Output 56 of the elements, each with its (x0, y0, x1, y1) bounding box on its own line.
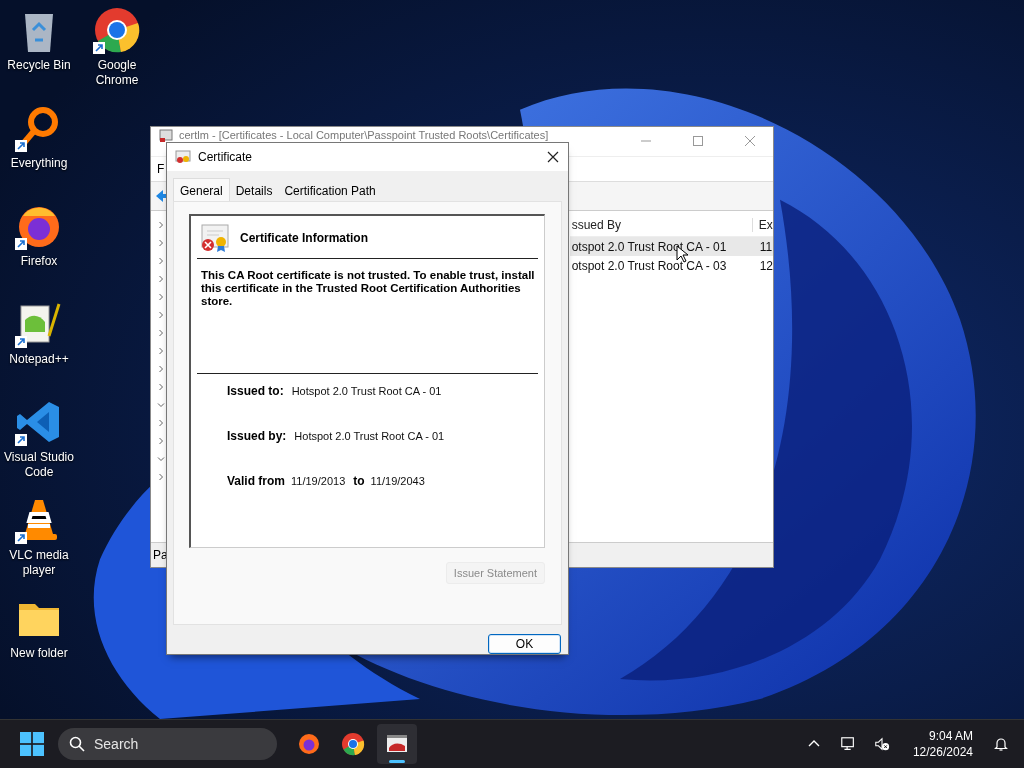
tab[interactable]: Details (229, 181, 279, 202)
expand-chevron-icon[interactable] (156, 293, 165, 301)
certlm-taskbar-icon[interactable] (377, 724, 417, 764)
expand-chevron-icon[interactable] (156, 221, 165, 229)
field-label: Issued to: (227, 384, 284, 399)
collapse-chevron-icon[interactable] (156, 455, 165, 463)
desktop-icon-label[interactable]: Firefox (1, 254, 77, 269)
section-heading: Certificate Information (240, 231, 368, 246)
expand-chevron-icon[interactable] (156, 347, 165, 355)
certificate-icon (175, 149, 191, 166)
column-header[interactable]: Ex (752, 218, 773, 232)
expand-chevron-icon[interactable] (156, 473, 165, 481)
certificate-row[interactable]: otspot 2.0 Trust Root CA - 03 12 (569, 256, 773, 275)
field-label: Valid from (227, 474, 285, 489)
close-icon[interactable] (547, 151, 559, 164)
clock-date[interactable]: 12/26/2024 (912, 744, 973, 760)
desktop-icon-label[interactable]: Google Chrome (79, 58, 155, 88)
expand-chevron-icon[interactable] (156, 419, 165, 427)
desktop-icon-label[interactable]: Notepad++ (1, 352, 77, 367)
notification-bell-icon[interactable] (993, 736, 1009, 752)
expand-chevron-icon[interactable] (156, 239, 165, 247)
clock-time[interactable]: 9:04 AM (928, 728, 973, 744)
expand-chevron-icon[interactable] (156, 275, 165, 283)
untrusted-certificate-icon (199, 224, 231, 253)
expand-chevron-icon[interactable] (156, 383, 165, 391)
ok-button[interactable]: OK (488, 634, 561, 654)
dialog-title: Certificate (198, 150, 253, 165)
window-title: certlm - [Certificates - Local Computer\Passpoint Trusted Roots\Certificates] (179, 129, 549, 141)
expand-chevron-icon[interactable] (156, 257, 165, 265)
field-value: Hotspot 2.0 Trust Root CA - 01 (291, 385, 442, 398)
desktop-icon-label[interactable]: Visual Studio Code (1, 450, 77, 480)
desktop-icon-label[interactable]: New folder (1, 646, 77, 661)
desktop-icon-label[interactable]: VLC media player (1, 548, 77, 578)
expand-chevron-icon[interactable] (156, 311, 165, 319)
field-value: Hotspot 2.0 Trust Root CA - 01 (294, 430, 445, 443)
maximize-icon[interactable] (692, 135, 704, 147)
field-value: 11/19/2013 (291, 475, 346, 488)
desktop-icon-label[interactable]: Everything (1, 156, 77, 171)
expand-chevron-icon[interactable] (156, 437, 165, 445)
start-icon[interactable] (20, 732, 44, 756)
tab[interactable]: General (173, 178, 230, 202)
expand-chevron-icon[interactable] (156, 329, 165, 337)
field-label: Issued by: (227, 429, 287, 444)
search-field[interactable]: Search (58, 728, 277, 760)
expand-chevron-icon[interactable] (156, 365, 165, 373)
desktop-icon-label[interactable]: Recycle Bin (1, 58, 77, 73)
network-icon[interactable] (839, 736, 856, 752)
field-value: 11/19/2043 (370, 475, 425, 488)
tab[interactable]: Certification Path (278, 181, 382, 202)
menu-item[interactable]: F (157, 162, 165, 176)
field-label: to (353, 474, 365, 489)
volume-muted-icon[interactable] (873, 736, 890, 752)
collapse-chevron-icon[interactable] (156, 401, 165, 409)
chrome-icon[interactable] (93, 6, 141, 54)
trust-warning-text: This CA Root certificate is not trusted. To enable trust, install this certificate in the Trusted Root Certification Authorities store. (201, 269, 536, 310)
search-icon (69, 736, 85, 752)
